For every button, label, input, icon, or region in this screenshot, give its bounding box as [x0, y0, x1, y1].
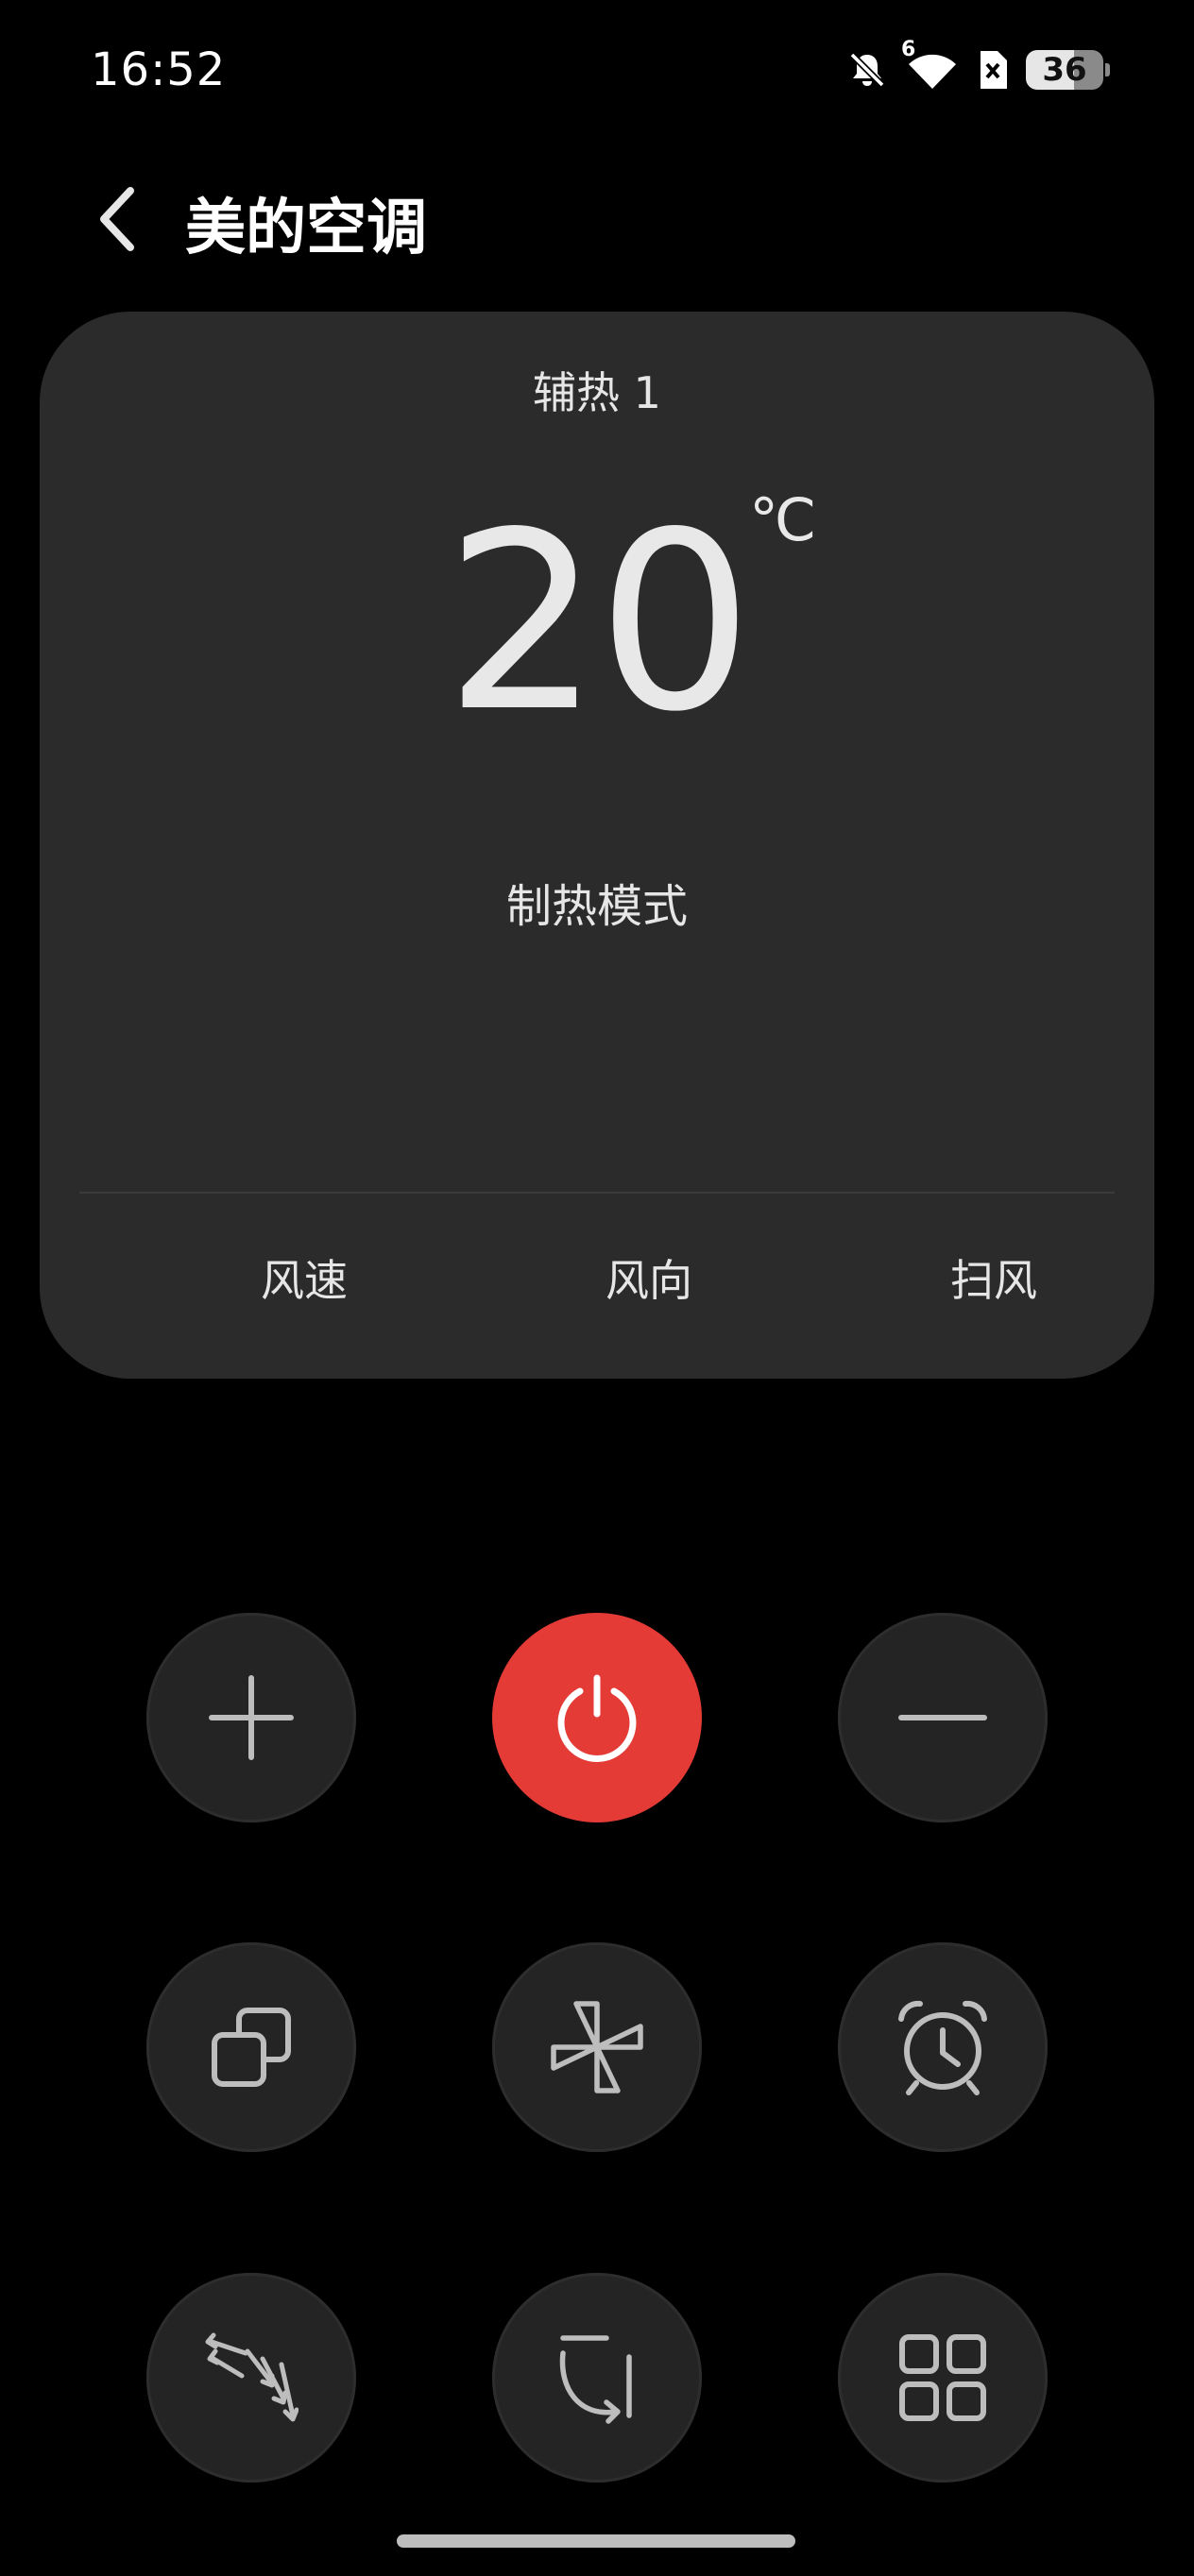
swing-horizontal-button[interactable]	[492, 2273, 702, 2483]
swing-curve-icon	[559, 2335, 632, 2424]
aux-heat-label: 辅热 1	[533, 367, 661, 418]
fan-button[interactable]	[492, 1942, 702, 2152]
wifi-icon: 6	[901, 38, 960, 91]
card-divider	[79, 1192, 1115, 1194]
tab-swing[interactable]: 扫风	[950, 1246, 1037, 1309]
increase-temp-button[interactable]	[146, 1613, 356, 1822]
swing-vertical-button[interactable]	[146, 2273, 356, 2483]
power-button[interactable]	[492, 1613, 702, 1822]
swing-arrows-icon	[205, 2332, 298, 2422]
chevron-left-icon	[100, 187, 134, 251]
page-title: 美的空调	[185, 194, 427, 263]
wifi-badge: 6	[901, 38, 916, 61]
mode-button[interactable]	[146, 1942, 356, 2152]
status-time: 16:52	[91, 43, 227, 96]
battery-icon: 36	[1026, 50, 1110, 90]
tab-wind-direction[interactable]: 风向	[606, 1246, 692, 1309]
grid-icon	[899, 2334, 986, 2421]
status-icons: 6 36	[846, 38, 1110, 91]
mode-label: 制热模式	[505, 880, 688, 933]
minus-icon	[898, 1715, 987, 1720]
battery-level: 36	[1042, 51, 1087, 89]
temperature-display: 20 °C	[40, 491, 1154, 747]
mode-squares-icon	[212, 2008, 291, 2087]
timer-button[interactable]	[838, 1942, 1048, 2152]
power-icon	[557, 1674, 637, 1762]
tab-fan-speed[interactable]: 风速	[261, 1246, 348, 1309]
status-card: 辅热 1 20 °C 制热模式 风速 风向 扫风	[40, 312, 1154, 1379]
sim-off-icon	[981, 51, 1007, 89]
alarm-clock-icon	[898, 2000, 987, 2095]
fan-icon	[551, 2001, 643, 2093]
more-button[interactable]	[838, 2273, 1048, 2483]
temperature-unit: °C	[749, 485, 815, 554]
plus-icon	[209, 1675, 294, 1760]
decrease-temp-button[interactable]	[838, 1613, 1048, 1822]
back-button[interactable]	[87, 185, 144, 253]
temperature-value: 20	[444, 481, 754, 766]
bell-off-icon	[849, 52, 885, 88]
home-indicator[interactable]	[397, 2534, 795, 2548]
